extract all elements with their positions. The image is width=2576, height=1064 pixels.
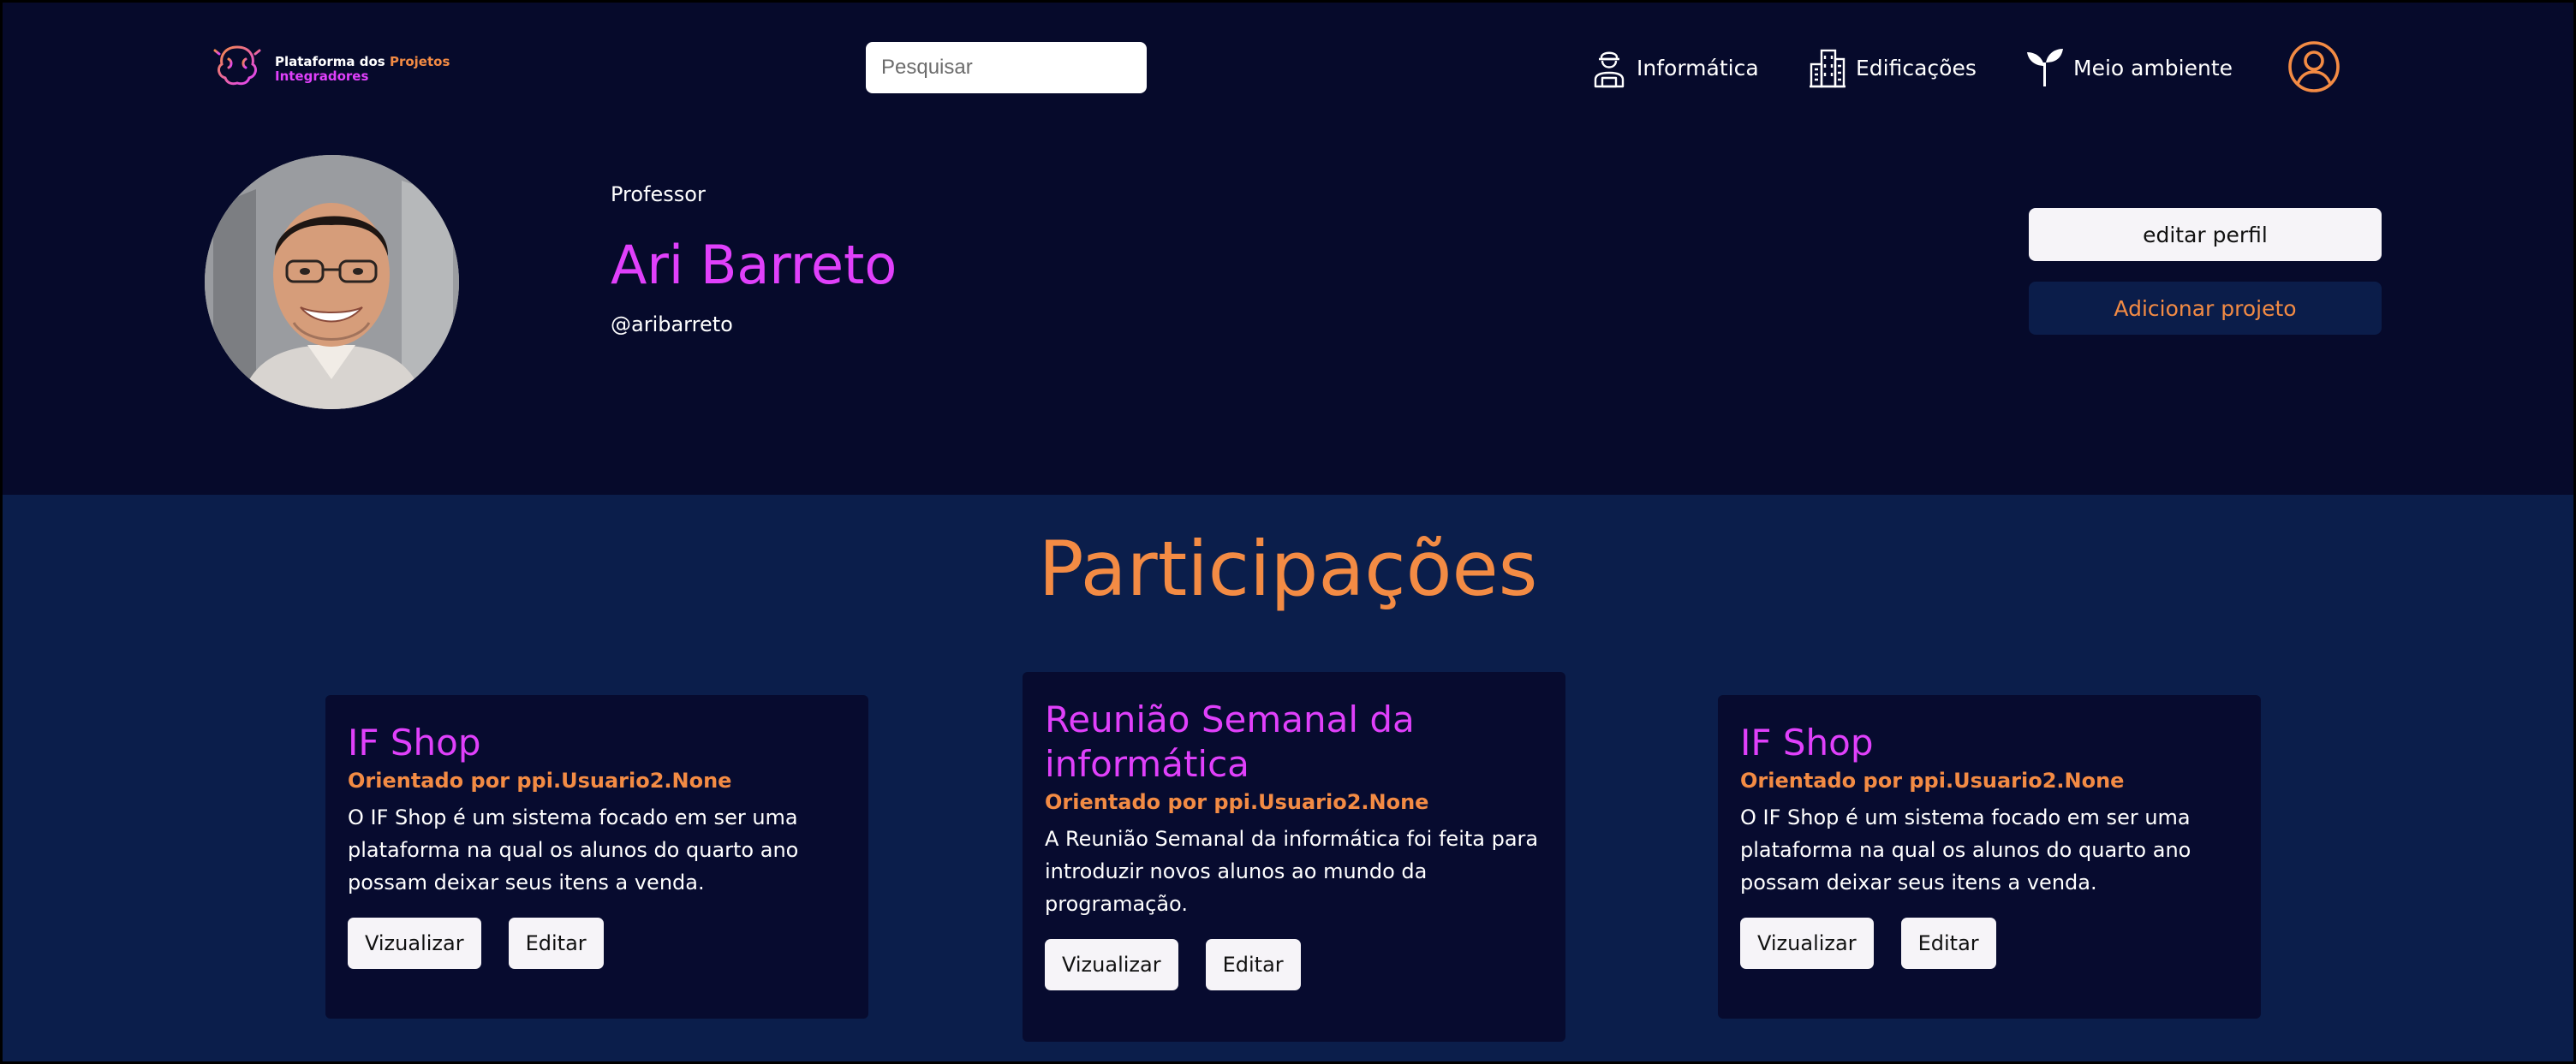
- project-description: O IF Shop é um sistema focado em ser uma…: [1740, 805, 2191, 895]
- project-card: IF Shop Orientado por ppi.Usuario2.None …: [1718, 695, 2261, 1019]
- edit-profile-button[interactable]: editar perfil: [2029, 208, 2382, 261]
- project-card: Reunião Semanal da informática Orientado…: [1023, 672, 1565, 1042]
- user-circle-icon[interactable]: [2287, 40, 2340, 93]
- buildings-icon: [1810, 49, 1846, 88]
- project-title: IF Shop: [1740, 722, 1874, 764]
- profile-avatar: [205, 155, 459, 409]
- nav-link-meio-ambiente[interactable]: Meio ambiente: [2025, 42, 2233, 93]
- project-advisor: Orientado por ppi.Usuario2.None: [1045, 790, 1429, 814]
- project-title: Reunião Semanal da informática: [1045, 698, 1415, 785]
- nav-link-informatica[interactable]: Informática: [1590, 42, 1759, 93]
- page: Plataforma dos Projetos Integradores Inf…: [0, 0, 2576, 1064]
- logo-text-line1: Plataforma dos: [275, 54, 390, 69]
- nav-link-label: Informática: [1637, 55, 1759, 80]
- card-actions: Vizualizar Editar: [1045, 939, 1543, 990]
- project-card: IF Shop Orientado por ppi.Usuario2.None …: [325, 695, 868, 1019]
- nav-link-label: Meio ambiente: [2073, 55, 2233, 80]
- sprout-icon: [2027, 49, 2063, 86]
- nav-link-edificacoes[interactable]: Edificações: [1808, 42, 1977, 93]
- project-description: O IF Shop é um sistema focado em ser uma…: [348, 805, 799, 895]
- card-actions: Vizualizar Editar: [348, 918, 846, 969]
- logo-text-highlight: Projetos: [389, 54, 450, 69]
- project-advisor: Orientado por ppi.Usuario2.None: [1740, 769, 2125, 793]
- edit-button[interactable]: Editar: [1900, 918, 1996, 969]
- view-button[interactable]: Vizualizar: [1740, 918, 1874, 969]
- project-description: A Reunião Semanal da informática foi fei…: [1045, 827, 1539, 916]
- view-button[interactable]: Vizualizar: [1045, 939, 1178, 990]
- profile-handle: @aribarreto: [611, 312, 733, 336]
- card-actions: Vizualizar Editar: [1740, 918, 2239, 969]
- technician-icon: [1594, 51, 1625, 88]
- project-advisor: Orientado por ppi.Usuario2.None: [348, 769, 732, 793]
- logo[interactable]: Plataforma dos Projetos Integradores: [206, 35, 450, 104]
- logo-text-line2: Integradores: [275, 68, 369, 84]
- logo-text: Plataforma dos Projetos Integradores: [275, 55, 450, 84]
- view-button[interactable]: Vizualizar: [348, 918, 481, 969]
- add-project-button[interactable]: Adicionar projeto: [2029, 282, 2382, 335]
- section-title: Participações: [1038, 525, 1538, 613]
- brain-bulb-icon: [210, 39, 265, 97]
- participations-section: Participações IF Shop Orientado por ppi.…: [3, 495, 2573, 1061]
- edit-button[interactable]: Editar: [508, 918, 604, 969]
- navbar: Plataforma dos Projetos Integradores Inf…: [3, 3, 2573, 131]
- profile-name: Ari Barreto: [611, 234, 897, 296]
- profile-role: Professor: [611, 182, 706, 206]
- edit-button[interactable]: Editar: [1205, 939, 1301, 990]
- nav-link-label: Edificações: [1856, 55, 1977, 80]
- project-title: IF Shop: [348, 722, 481, 764]
- search-input[interactable]: [866, 42, 1147, 93]
